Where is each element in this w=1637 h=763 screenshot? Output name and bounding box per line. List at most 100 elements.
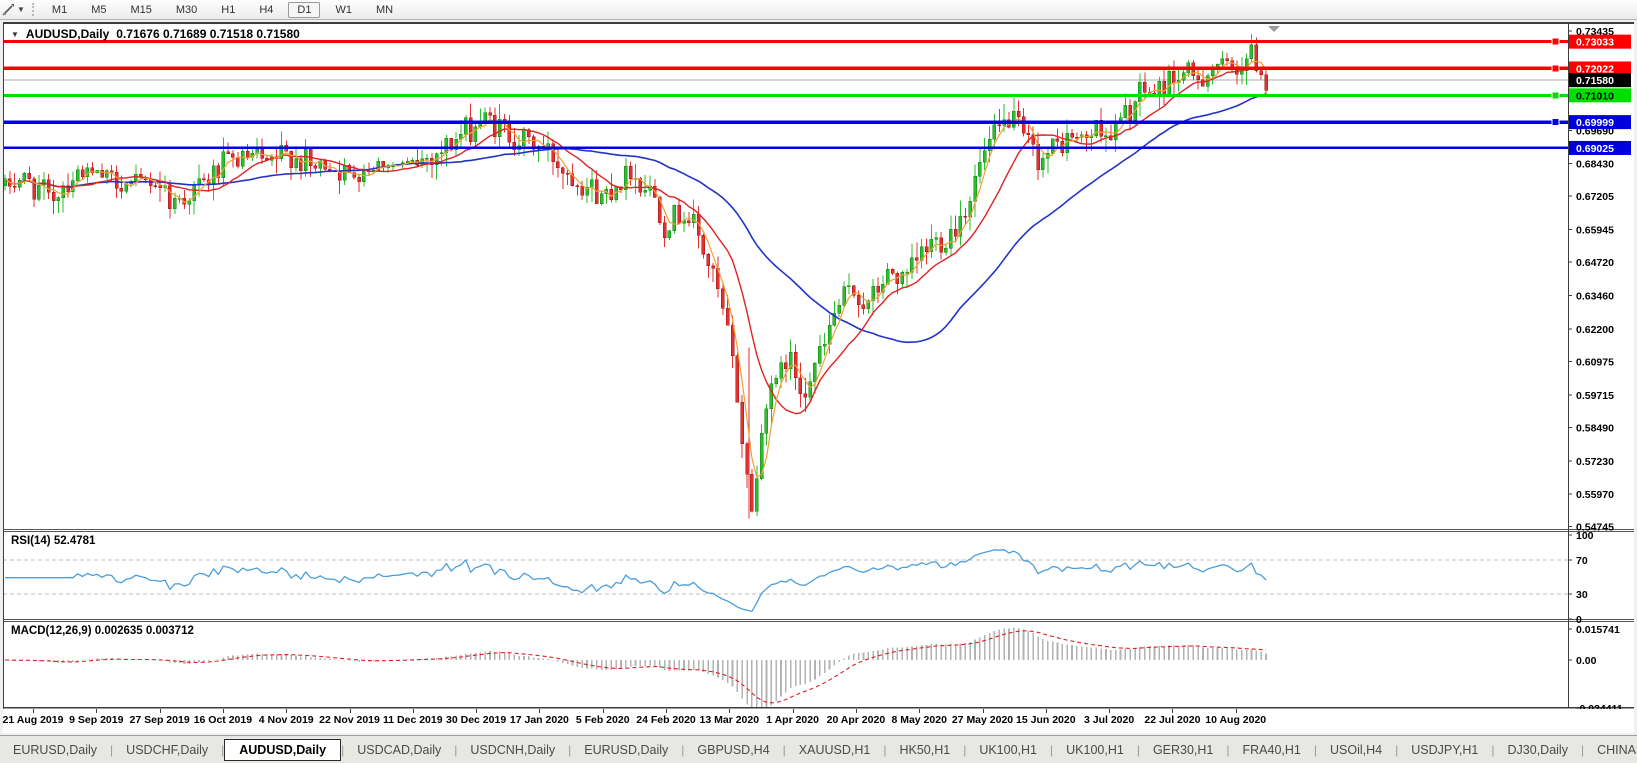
date-label: 15 Jun 2020 xyxy=(1016,714,1076,726)
date-label: 11 Dec 2019 xyxy=(383,714,443,726)
chart-tab-dj30-daily[interactable]: DJ30,Daily xyxy=(1495,740,1581,760)
dropdown-caret-icon[interactable]: ▼ xyxy=(17,5,25,14)
chart-tab-eurusd-daily[interactable]: EURUSD,Daily xyxy=(0,740,110,760)
chart-tab-usdcnh-daily[interactable]: USDCNH,Daily xyxy=(457,740,568,760)
date-tick xyxy=(1045,709,1047,713)
date-label: 16 Oct 2019 xyxy=(193,714,253,726)
timeframe-button-w1[interactable]: W1 xyxy=(326,2,361,18)
chart-symbol-period: AUDUSD,Daily xyxy=(25,27,110,41)
chart-tab-uk100-h1[interactable]: UK100,H1 xyxy=(1053,740,1137,760)
date-tick xyxy=(159,709,161,713)
svg-text:0.00: 0.00 xyxy=(1576,655,1597,667)
date-tick xyxy=(666,709,667,713)
date-tick xyxy=(1109,709,1111,713)
chart-tab-hk50-h1[interactable]: HK50,H1 xyxy=(886,740,963,760)
timeframe-button-h4[interactable]: H4 xyxy=(250,2,282,18)
svg-text:30: 30 xyxy=(1576,589,1588,601)
svg-text:70: 70 xyxy=(1576,555,1588,567)
svg-text:0.68430: 0.68430 xyxy=(1576,159,1614,171)
date-label: 3 Jul 2020 xyxy=(1083,714,1135,726)
date-tick xyxy=(476,709,478,713)
date-label: 8 May 2020 xyxy=(891,714,947,726)
svg-text:0.59715: 0.59715 xyxy=(1576,390,1614,402)
date-label: 10 Aug 2020 xyxy=(1205,714,1267,726)
svg-text:0.71580: 0.71580 xyxy=(1576,75,1614,87)
chart-tab-bar: EURUSD,Daily | USDCHF,Daily | AUDUSD,Daily | U… xyxy=(0,735,1637,763)
chart-tab-gbpusd-h4[interactable]: GBPUSD,H4 xyxy=(684,740,782,760)
chart-tab-eurusd-daily[interactable]: EURUSD,Daily xyxy=(571,740,681,760)
svg-text:0.63460: 0.63460 xyxy=(1576,291,1614,303)
toolbar-separator xyxy=(31,3,37,16)
date-tick xyxy=(222,709,224,713)
chart-tab-usdchf-daily[interactable]: USDCHF,Daily xyxy=(113,740,221,760)
date-tick xyxy=(96,709,98,713)
svg-text:0.73033: 0.73033 xyxy=(1576,37,1614,49)
date-tick xyxy=(539,709,541,713)
date-label: 22 Jul 2020 xyxy=(1144,714,1201,726)
date-label: 4 Nov 2019 xyxy=(258,714,314,726)
date-label: 24 Feb 2020 xyxy=(636,714,696,726)
date-label: 22 Nov 2019 xyxy=(319,714,380,726)
svg-text:0.57230: 0.57230 xyxy=(1576,456,1614,468)
svg-text:0.64720: 0.64720 xyxy=(1576,257,1614,269)
svg-text:0.69999: 0.69999 xyxy=(1576,117,1614,129)
date-label: 13 Mar 2020 xyxy=(699,714,760,726)
rsi-indicator-label: RSI(14) 52.4781 xyxy=(11,535,96,547)
mt4-window: ▼ M1 M5 M15 M30 H1 H4 D1 W1 MN 0.73435 0.69690 0.6… xyxy=(0,0,1637,763)
timeframe-button-m1[interactable]: M1 xyxy=(43,2,76,18)
chart-canvas[interactable]: 0.734350.696900.684300.672050.659450.647… xyxy=(3,22,1634,709)
timeframe-button-d1[interactable]: D1 xyxy=(288,1,321,18)
symbol-dropdown-icon[interactable]: ▼ xyxy=(11,30,19,39)
timeframe-button-m15[interactable]: M15 xyxy=(121,2,160,18)
date-tick xyxy=(729,709,731,713)
date-label: 9 Sep 2019 xyxy=(69,714,124,726)
svg-text:0.62200: 0.62200 xyxy=(1576,324,1614,336)
date-tick xyxy=(919,709,921,713)
svg-text:100: 100 xyxy=(1576,530,1594,542)
chart-tab-usoil-h4[interactable]: USOil,H4 xyxy=(1317,740,1395,760)
cursor-tool-icon[interactable]: ▼ xyxy=(0,3,29,16)
date-tick xyxy=(33,709,34,713)
date-tick xyxy=(286,709,288,713)
timeframe-button-h1[interactable]: H1 xyxy=(212,2,244,18)
date-tick xyxy=(792,709,794,713)
chart-tab-xauusd-h1[interactable]: XAUUSD,H1 xyxy=(786,740,884,760)
date-tick xyxy=(602,709,604,713)
date-tick xyxy=(1235,709,1237,713)
date-tick xyxy=(982,709,984,713)
svg-text:0.65945: 0.65945 xyxy=(1576,225,1614,237)
timeframe-button-m30[interactable]: M30 xyxy=(167,2,206,18)
date-label: 21 Aug 2019 xyxy=(2,714,64,726)
date-tick xyxy=(349,709,351,713)
svg-text:0.60975: 0.60975 xyxy=(1576,356,1614,368)
date-label: 20 Apr 2020 xyxy=(826,714,886,726)
svg-text:0.67205: 0.67205 xyxy=(1576,191,1614,203)
date-tick xyxy=(855,709,857,713)
chart-tab-audusd-daily[interactable]: AUDUSD,Daily xyxy=(224,739,342,761)
svg-text:0.71010: 0.71010 xyxy=(1576,90,1614,102)
date-label: 17 Jan 2020 xyxy=(509,714,569,726)
chart-tab-usdcad-daily[interactable]: USDCAD,Daily xyxy=(344,740,454,760)
chart-tab-fra40-h1[interactable]: FRA40,H1 xyxy=(1230,740,1314,760)
macd-indicator-label: MACD(12,26,9) 0.002635 0.003712 xyxy=(11,625,194,637)
chart-tab-usdjpy-h1[interactable]: USDJPY,H1 xyxy=(1398,740,1491,760)
date-label: 27 May 2020 xyxy=(951,714,1014,726)
timeframe-button-m5[interactable]: M5 xyxy=(82,2,115,18)
svg-text:0.69025: 0.69025 xyxy=(1576,143,1614,155)
timeframe-button-mn[interactable]: MN xyxy=(367,2,402,18)
chart-tab-china300-h1[interactable]: CHINA300,H1 xyxy=(1584,740,1637,760)
svg-text:0.015741: 0.015741 xyxy=(1576,624,1620,636)
svg-text:0.55970: 0.55970 xyxy=(1576,489,1614,501)
date-tick xyxy=(1172,709,1174,713)
date-label: 5 Feb 2020 xyxy=(575,714,630,726)
chart-tab-ger30-h1[interactable]: GER30,H1 xyxy=(1140,740,1226,760)
price-chart-window[interactable]: 0.73435 0.69690 0.68430 0.67205 0.65945 0.647… xyxy=(3,22,1634,709)
svg-text:0.58490: 0.58490 xyxy=(1576,422,1614,434)
date-axis: 21 Aug 2019 9 Sep 2019 27 Sep 2019 16 Oct 2… xyxy=(3,709,1634,733)
chart-title: ▼ AUDUSD,Daily 0.71676 0.71689 0.71518 0… xyxy=(11,27,300,41)
chart-tab-uk100-h1[interactable]: UK100,H1 xyxy=(966,740,1050,760)
timeframe-toolbar: ▼ M1 M5 M15 M30 H1 H4 D1 W1 MN xyxy=(0,0,1637,20)
date-label: 30 Dec 2019 xyxy=(446,714,507,726)
date-label: 1 Apr 2020 xyxy=(766,714,819,726)
date-label: 27 Sep 2019 xyxy=(129,714,190,726)
